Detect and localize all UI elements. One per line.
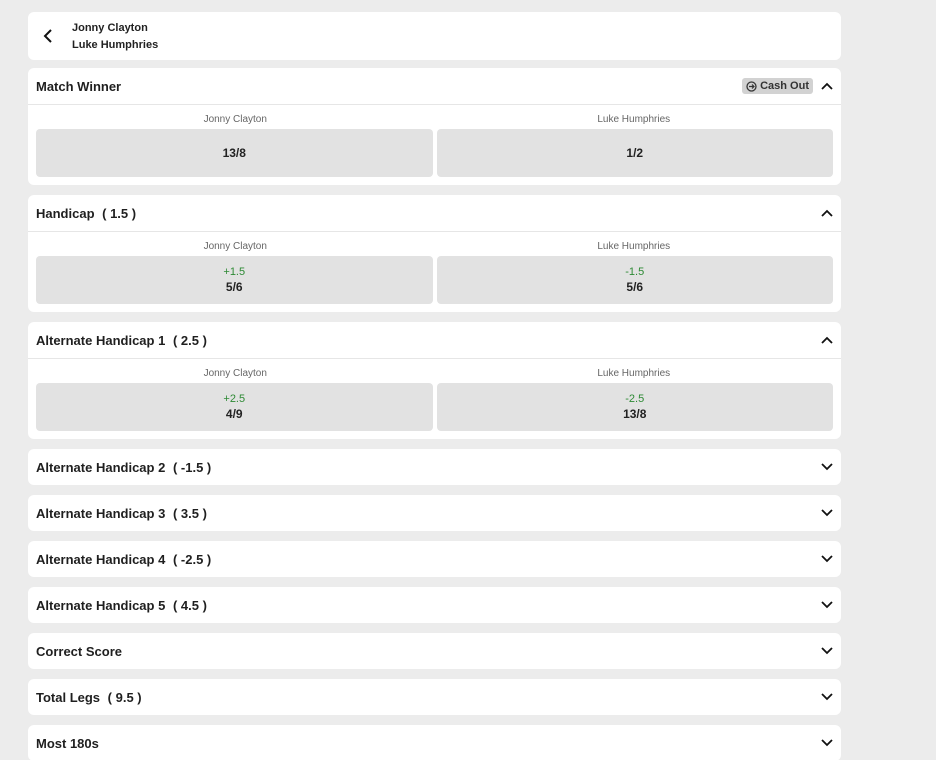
market-line: ( -1.5 ) [172,459,212,475]
market-header[interactable]: Alternate Handicap 1 ( 2.5 ) [28,322,841,358]
market-name: Match Winner [36,78,122,94]
selection-home[interactable]: +1.5 5/6 [36,256,433,304]
column-labels: Jonny Clayton Luke Humphries [36,109,833,129]
selection-home[interactable]: +2.5 4/9 [36,383,433,431]
market-alternate-handicap-3[interactable]: Alternate Handicap 3 ( 3.5 ) [28,495,841,531]
market-alternate-handicap-1: Alternate Handicap 1 ( 2.5 ) Jonny Clayt… [28,322,841,439]
market-correct-score[interactable]: Correct Score [28,633,841,669]
market-line: ( 9.5 ) [107,689,142,705]
market-line: ( -2.5 ) [172,551,212,567]
market-match-winner: Match Winner Cash Out Jonny Clayton Luke [28,68,841,185]
event-header: Jonny Clayton Luke Humphries [28,12,841,60]
market-name: Alternate Handicap 2 [36,459,166,475]
market-name: Handicap [36,205,95,221]
handicap-value: -1.5 [625,266,645,278]
market-line: ( 3.5 ) [172,505,207,521]
market-title: Total Legs ( 9.5 ) [36,690,142,705]
chevron-down-icon[interactable] [821,599,833,611]
chevron-down-icon[interactable] [821,553,833,565]
home-column-label: Jonny Clayton [203,240,267,252]
selection-away[interactable]: 1/2 [436,129,833,177]
chevron-up-icon[interactable] [821,207,833,219]
market-header[interactable]: Alternate Handicap 4 ( -2.5 ) [28,541,841,577]
market-header[interactable]: Correct Score [28,633,841,669]
team-home-name: Jonny Clayton [72,21,148,34]
market-header[interactable]: Alternate Handicap 3 ( 3.5 ) [28,495,841,531]
back-button[interactable] [28,12,68,60]
selection-home[interactable]: 13/8 [36,129,433,177]
market-alternate-handicap-4[interactable]: Alternate Handicap 4 ( -2.5 ) [28,541,841,577]
market-name: Alternate Handicap 1 [36,332,166,348]
market-title: Most 180s [36,736,99,751]
odds-value: 13/8 [222,146,246,160]
away-column-label: Luke Humphries [597,240,671,252]
market-name: Alternate Handicap 5 [36,597,166,613]
market-title: Alternate Handicap 4 ( -2.5 ) [36,552,211,567]
away-column-label: Luke Humphries [597,113,671,125]
odds-value: 1/2 [626,146,644,160]
column-labels: Jonny Clayton Luke Humphries [36,236,833,256]
odds-value: 5/6 [225,280,243,294]
chevron-down-icon[interactable] [821,691,833,703]
market-line: ( 4.5 ) [172,597,207,613]
chevron-left-icon [43,29,52,43]
chevron-down-icon[interactable] [821,645,833,657]
market-title: Alternate Handicap 5 ( 4.5 ) [36,598,207,613]
chevron-up-icon[interactable] [821,334,833,346]
home-column-label: Jonny Clayton [203,367,267,379]
market-header[interactable]: Alternate Handicap 5 ( 4.5 ) [28,587,841,623]
market-most-180s[interactable]: Most 180s [28,725,841,760]
market-header[interactable]: Match Winner Cash Out [28,68,841,104]
handicap-value: -2.5 [625,393,645,405]
column-labels: Jonny Clayton Luke Humphries [36,363,833,383]
market-total-legs[interactable]: Total Legs ( 9.5 ) [28,679,841,715]
market-name: Alternate Handicap 4 [36,551,166,567]
cash-out-badge[interactable]: Cash Out [742,78,813,94]
market-title: Handicap ( 1.5 ) [36,206,136,221]
cash-out-icon [746,80,757,92]
market-body: Jonny Clayton Luke Humphries +1.5 5/6 -1… [28,231,841,312]
odds-value: 5/6 [626,280,644,294]
chevron-down-icon[interactable] [821,507,833,519]
cash-out-label: Cash Out [760,80,809,92]
handicap-value: +2.5 [223,393,246,405]
selection-away[interactable]: -2.5 13/8 [436,383,833,431]
market-title: Alternate Handicap 1 ( 2.5 ) [36,333,207,348]
odds-value: 13/8 [623,407,647,421]
selection-row: +1.5 5/6 -1.5 5/6 [36,256,833,304]
market-header[interactable]: Total Legs ( 9.5 ) [28,679,841,715]
event-markets-page: Jonny Clayton Luke Humphries Match Winne… [28,12,841,760]
handicap-value: +1.5 [223,266,246,278]
home-column-label: Jonny Clayton [203,113,267,125]
market-line: ( 1.5 ) [102,205,137,221]
odds-value: 4/9 [225,407,243,421]
market-name: Most 180s [36,735,99,751]
market-line: ( 2.5 ) [172,332,207,348]
market-header[interactable]: Handicap ( 1.5 ) [28,195,841,231]
chevron-down-icon[interactable] [821,737,833,749]
market-title: Alternate Handicap 3 ( 3.5 ) [36,506,207,521]
market-header[interactable]: Alternate Handicap 2 ( -1.5 ) [28,449,841,485]
chevron-up-icon[interactable] [821,80,833,92]
market-alternate-handicap-2[interactable]: Alternate Handicap 2 ( -1.5 ) [28,449,841,485]
market-name: Alternate Handicap 3 [36,505,166,521]
selection-row: +2.5 4/9 -2.5 13/8 [36,383,833,431]
market-title: Correct Score [36,644,122,659]
market-name: Correct Score [36,643,122,659]
market-name: Total Legs [36,689,101,705]
selection-away[interactable]: -1.5 5/6 [436,256,833,304]
market-body: Jonny Clayton Luke Humphries +2.5 4/9 -2… [28,358,841,439]
market-title: Match Winner [36,79,121,94]
market-body: Jonny Clayton Luke Humphries 13/8 1/2 [28,104,841,185]
market-title: Alternate Handicap 2 ( -1.5 ) [36,460,211,475]
chevron-down-icon[interactable] [821,461,833,473]
selection-row: 13/8 1/2 [36,129,833,177]
event-teams: Jonny Clayton Luke Humphries [72,22,158,51]
market-alternate-handicap-5[interactable]: Alternate Handicap 5 ( 4.5 ) [28,587,841,623]
market-handicap: Handicap ( 1.5 ) Jonny Clayton Luke Hump… [28,195,841,312]
market-header[interactable]: Most 180s [28,725,841,760]
away-column-label: Luke Humphries [597,367,671,379]
team-away-name: Luke Humphries [72,38,159,51]
